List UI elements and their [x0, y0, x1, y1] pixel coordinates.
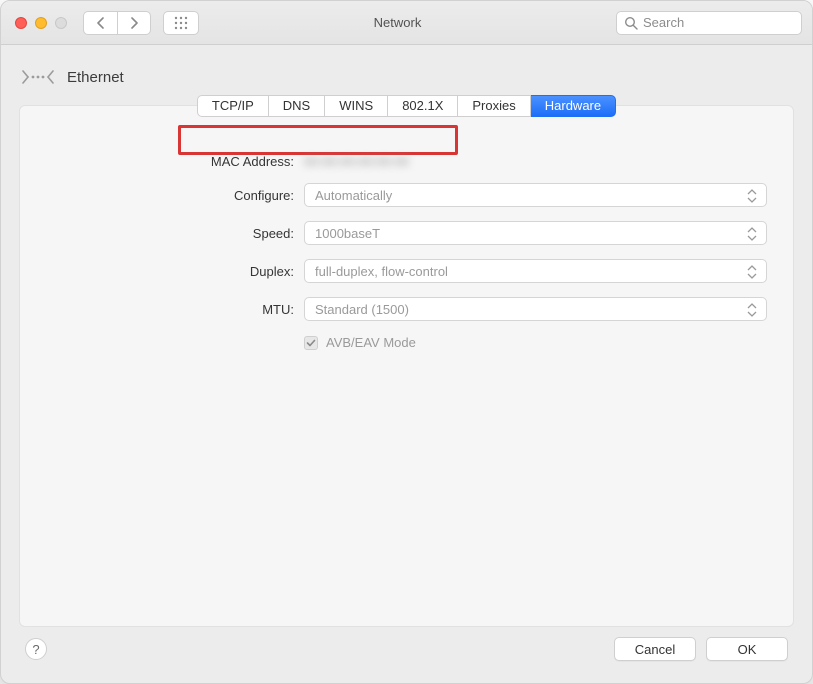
ethernet-icon: [21, 63, 55, 91]
label-mac: MAC Address:: [46, 154, 294, 169]
tab-tcpip[interactable]: TCP/IP: [197, 95, 269, 117]
row-speed: Speed: 1000baseT: [46, 221, 767, 245]
row-avb: AVB/EAV Mode: [304, 335, 767, 350]
window-traffic-lights: [15, 17, 67, 29]
tab-hardware[interactable]: Hardware: [531, 95, 616, 117]
page-title: Ethernet: [67, 69, 124, 86]
window-toolbar: Network: [1, 1, 812, 45]
row-configure: Configure: Automatically: [46, 183, 767, 207]
search-input[interactable]: [616, 11, 802, 35]
search-wrap: [616, 11, 802, 35]
check-icon: [306, 338, 316, 348]
stepper-icon: [747, 300, 763, 320]
chevron-left-icon: [96, 17, 105, 29]
tab-dns[interactable]: DNS: [269, 95, 325, 117]
ok-button[interactable]: OK: [706, 637, 788, 661]
chevron-right-icon: [130, 17, 139, 29]
settings-panel: TCP/IP DNS WINS 802.1X Proxies Hardware …: [19, 105, 794, 627]
stepper-icon: [747, 224, 763, 244]
back-button[interactable]: [83, 11, 117, 35]
label-duplex: Duplex:: [46, 264, 294, 279]
network-prefs-window: Network Ethernet TCP/IP DNS: [0, 0, 813, 684]
label-avb: AVB/EAV Mode: [326, 335, 416, 350]
footer-bar: ? Cancel OK: [19, 627, 794, 665]
select-duplex-value: full-duplex, flow-control: [315, 264, 448, 279]
row-duplex: Duplex: full-duplex, flow-control: [46, 259, 767, 283]
tab-8021x[interactable]: 802.1X: [388, 95, 458, 117]
help-button[interactable]: ?: [25, 638, 47, 660]
search-icon: [624, 16, 638, 30]
value-mac: 00:00:00:00:00:00: [304, 154, 409, 169]
label-mtu: MTU:: [46, 302, 294, 317]
stepper-icon: [747, 186, 763, 206]
select-duplex[interactable]: full-duplex, flow-control: [304, 259, 767, 283]
select-configure[interactable]: Automatically: [304, 183, 767, 207]
row-mtu: MTU: Standard (1500): [46, 297, 767, 321]
forward-button[interactable]: [117, 11, 151, 35]
select-configure-value: Automatically: [315, 188, 392, 203]
highlight-box: [178, 125, 458, 155]
select-speed[interactable]: 1000baseT: [304, 221, 767, 245]
label-speed: Speed:: [46, 226, 294, 241]
close-icon[interactable]: [15, 17, 27, 29]
nav-segment: [83, 11, 151, 35]
window-title: Network: [205, 15, 590, 30]
select-speed-value: 1000baseT: [315, 226, 380, 241]
stepper-icon: [747, 262, 763, 282]
label-configure: Configure:: [46, 188, 294, 203]
cancel-button[interactable]: Cancel: [614, 637, 696, 661]
hardware-form: MAC Address: 00:00:00:00:00:00 Configure…: [20, 128, 793, 350]
checkbox-avb[interactable]: [304, 336, 318, 350]
row-mac: MAC Address: 00:00:00:00:00:00: [46, 154, 767, 169]
show-all-button[interactable]: [163, 11, 199, 35]
tab-bar: TCP/IP DNS WINS 802.1X Proxies Hardware: [20, 95, 793, 117]
tab-proxies[interactable]: Proxies: [458, 95, 530, 117]
minimize-icon[interactable]: [35, 17, 47, 29]
tab-wins[interactable]: WINS: [325, 95, 388, 117]
grid-icon: [174, 16, 188, 30]
content-area: Ethernet TCP/IP DNS WINS 802.1X Proxies …: [1, 45, 812, 683]
select-mtu[interactable]: Standard (1500): [304, 297, 767, 321]
zoom-icon: [55, 17, 67, 29]
select-mtu-value: Standard (1500): [315, 302, 409, 317]
